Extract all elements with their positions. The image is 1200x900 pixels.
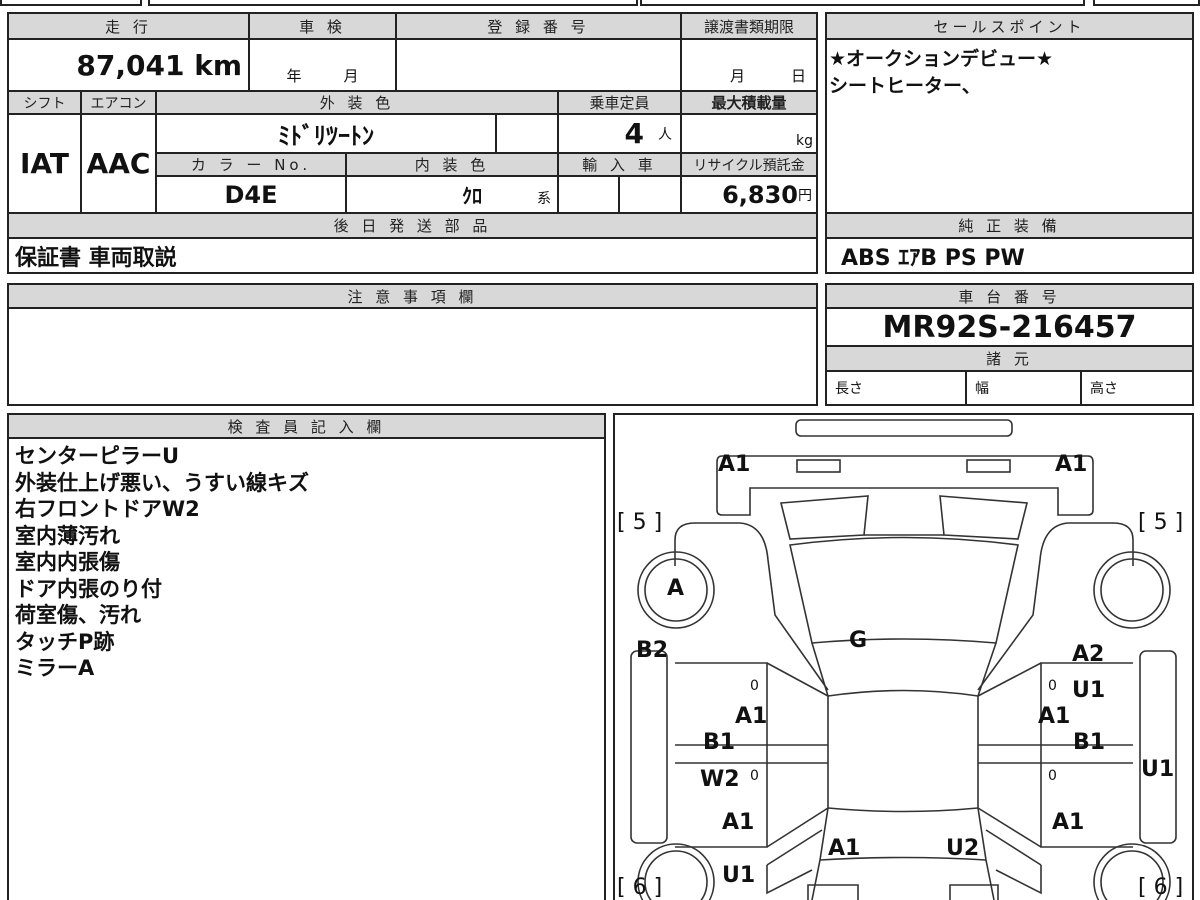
- damage-rear-quarter-left: B2: [636, 638, 669, 663]
- door-handle-mark: 0: [1048, 678, 1057, 694]
- damage-hood-right: U2: [946, 836, 980, 861]
- damage-quarter-right: U1: [1141, 757, 1175, 782]
- damage-wheel-rear-left: A: [667, 576, 685, 601]
- tire-rear-left: [ 5 ]: [617, 510, 663, 535]
- tire-front-left: [ 6 ]: [617, 875, 663, 900]
- damage-front-door-left: W2: [700, 767, 740, 792]
- damage-rear-left: A1: [718, 452, 751, 477]
- auction-sheet: 走 行 車 検 登 録 番 号 譲渡書類期限 87,041 km 年月 月日 シ…: [0, 0, 1200, 900]
- damage-rear-door-right: A2: [1072, 642, 1105, 667]
- damage-front-left: U1: [722, 863, 756, 888]
- damage-rear-door-right: U1: [1072, 678, 1106, 703]
- damage-hood-left: A1: [828, 836, 861, 861]
- door-handle-mark: 0: [1048, 768, 1057, 784]
- tire-rear-right: [ 5 ]: [1138, 510, 1184, 535]
- damage-rear-glass: G: [849, 628, 868, 653]
- damage-fender-right: A1: [1052, 810, 1085, 835]
- car-outline: [630, 419, 1177, 900]
- damage-rear-right: A1: [1055, 452, 1088, 477]
- damage-front-door-right: B1: [1073, 730, 1106, 755]
- damage-pillar-right: A1: [1038, 704, 1071, 729]
- damage-pillar-left: A1: [735, 704, 768, 729]
- door-handle-mark: 0: [750, 768, 759, 784]
- tire-front-right: [ 6 ]: [1138, 875, 1184, 900]
- door-handle-mark: 0: [750, 678, 759, 694]
- damage-front-door-left: B1: [703, 730, 736, 755]
- damage-fender-left: A1: [722, 810, 755, 835]
